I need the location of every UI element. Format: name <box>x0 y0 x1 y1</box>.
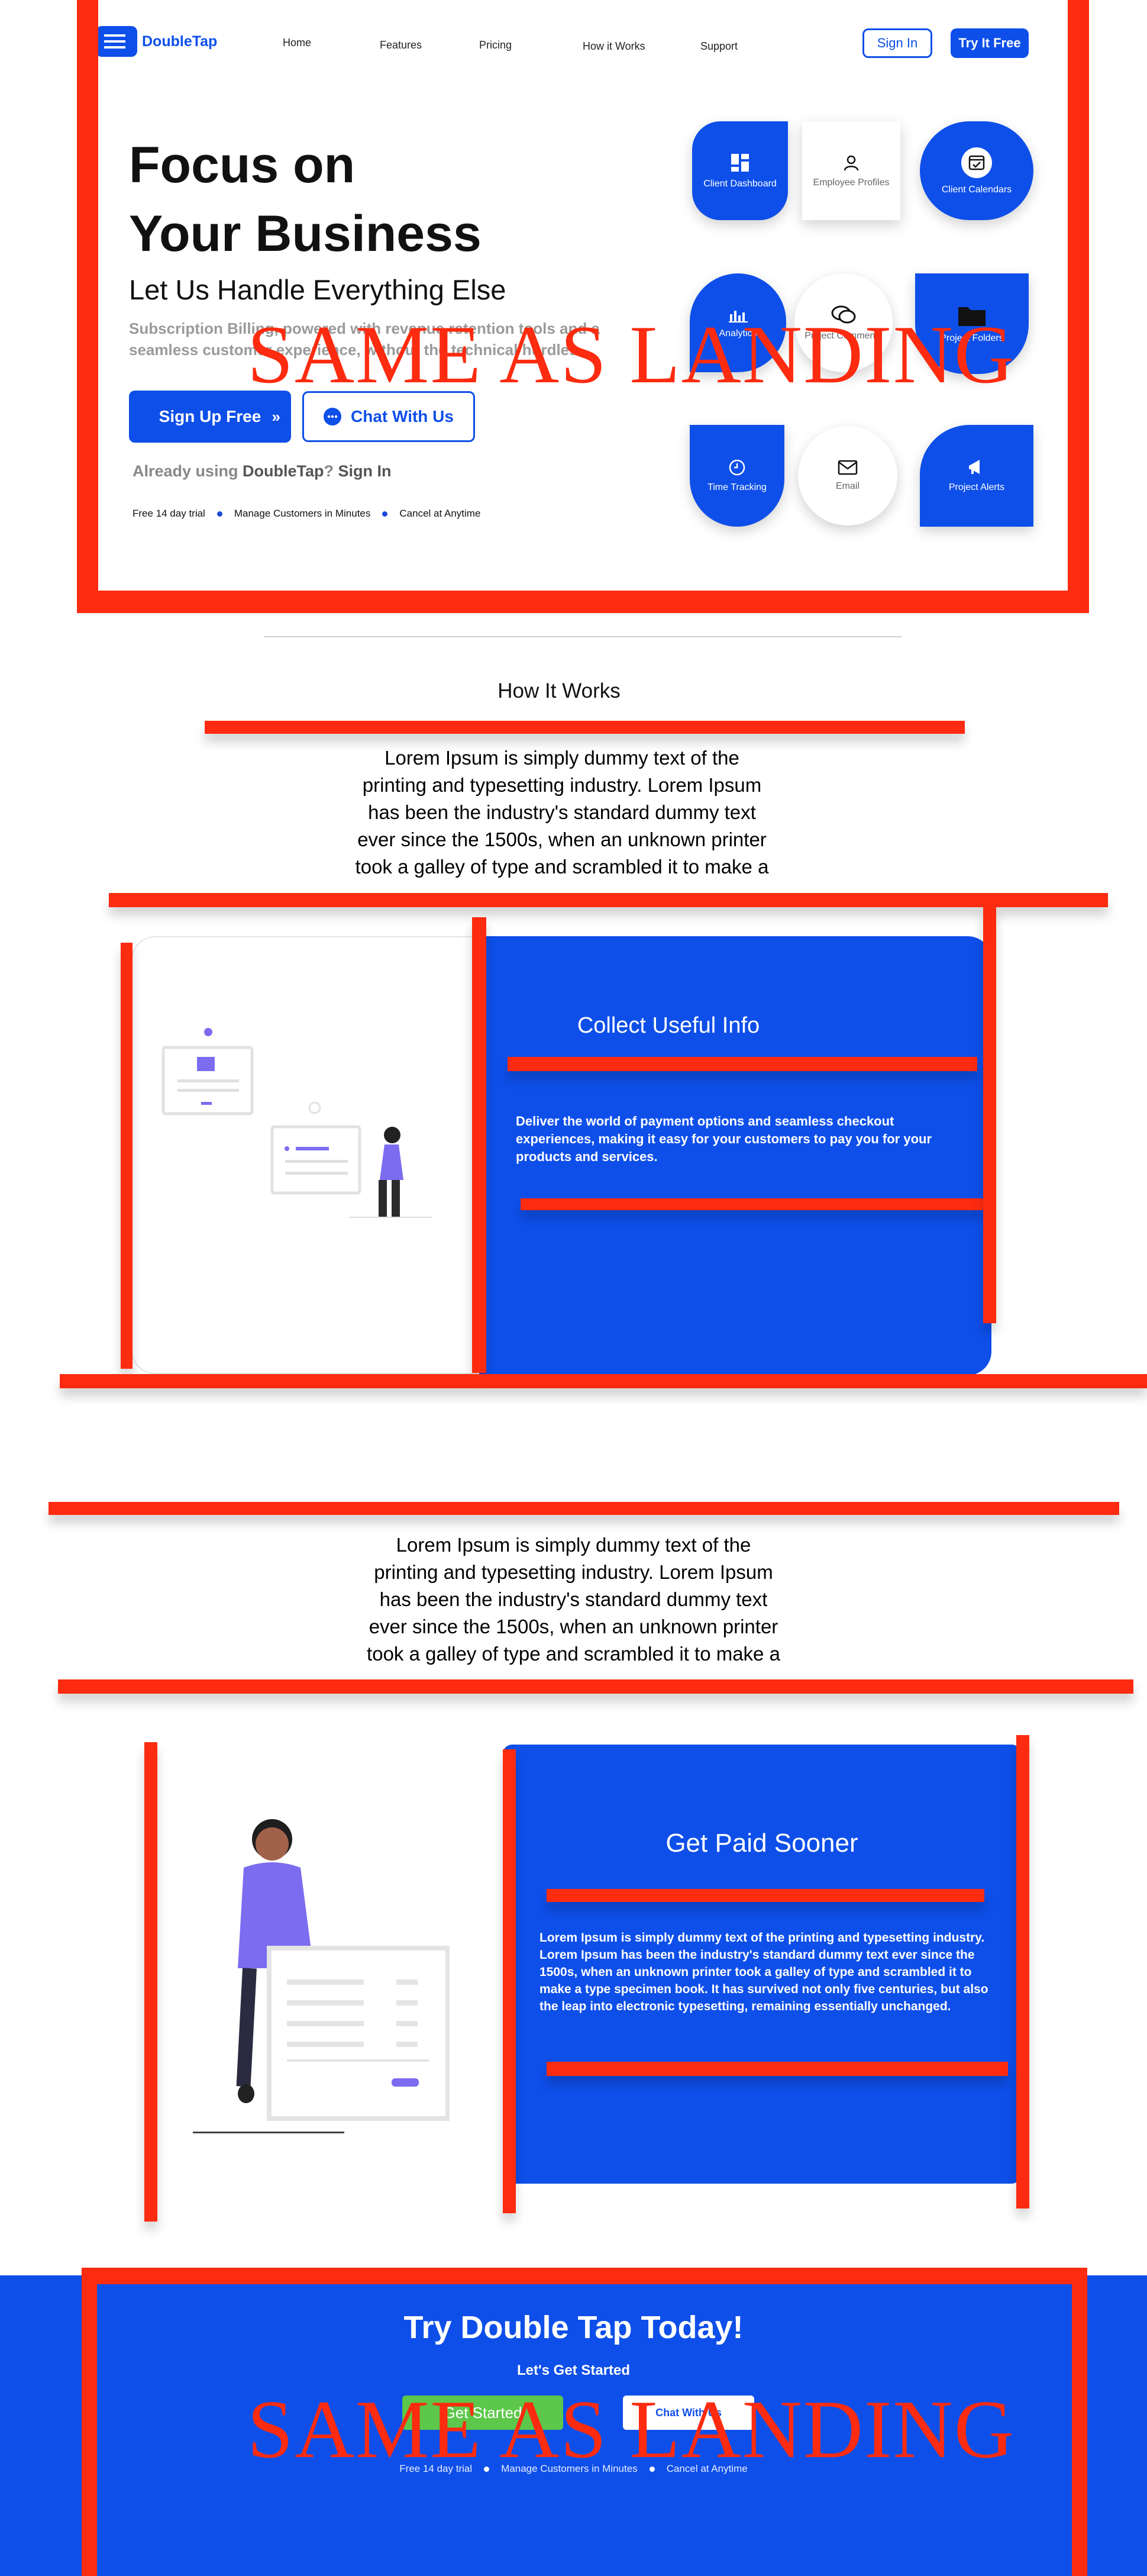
hero-perks: Free 14 day trial Manage Customers in Min… <box>133 508 480 520</box>
tile-client-dashboard[interactable]: Client Dashboard <box>692 121 788 220</box>
collect-info-illustration <box>161 1028 432 1218</box>
how-it-works-heading: How It Works <box>497 679 621 702</box>
annotation-bar <box>109 893 1108 907</box>
same-as-landing-stamp: SAME AS LANDING <box>247 309 1015 401</box>
annotation-bar <box>205 721 965 734</box>
lorem-line: ever since the 1500s, when an unknown pr… <box>369 1616 778 1637</box>
chat-bubble-icon <box>324 408 342 425</box>
annotation-frame-right <box>1072 2268 1087 2576</box>
annotation-bar <box>144 1742 157 2222</box>
tile-time-tracking[interactable]: Time Tracking <box>690 425 784 527</box>
tile-label: Employee Profiles <box>813 177 890 188</box>
annotation-bar <box>521 1198 984 1210</box>
chat-with-us-label: Chat With Us <box>351 407 454 425</box>
tile-label: Client Calendars <box>941 184 1012 195</box>
already-prefix: Already using <box>133 462 243 480</box>
dashboard-icon <box>731 153 749 172</box>
get-paid-sooner-title: Get Paid Sooner <box>665 1829 858 1858</box>
collect-useful-info-title: Collect Useful Info <box>577 1013 760 1038</box>
lorem-line: took a galley of type and scrambled it t… <box>367 1643 780 1665</box>
tile-label: Time Tracking <box>707 482 767 492</box>
brand-name: DoubleTap <box>142 33 218 50</box>
lorem-line: has been the industry's standard dummy t… <box>379 1588 768 1610</box>
cta-subtitle: Let's Get Started <box>516 2362 631 2378</box>
double-chevron-icon: » <box>272 407 280 425</box>
annotation-frame-left <box>82 2268 97 2576</box>
nav-features[interactable]: Features <box>380 39 422 51</box>
perk-trial: Free 14 day trial <box>133 508 205 519</box>
bullet-icon <box>382 511 388 517</box>
annotation-bar <box>547 1889 984 1902</box>
get-paid-sooner-text: Lorem Ipsum is simply dummy text of the … <box>539 1931 988 2013</box>
annotation-bar <box>503 1749 516 2213</box>
envelope-icon <box>838 460 858 475</box>
collect-useful-info-text: Deliver the world of payment options and… <box>516 1114 932 1164</box>
lorem-line: ever since the 1500s, when an unknown pr… <box>357 828 767 850</box>
already-using-text: Already using DoubleTap? Sign In <box>133 462 392 481</box>
perk-manage: Manage Customers in Minutes <box>234 508 371 519</box>
annotation-bar <box>58 1679 1133 1694</box>
sign-in-button[interactable]: Sign In <box>862 28 932 58</box>
tile-label: Email <box>835 481 860 491</box>
annotation-bar <box>472 917 486 1373</box>
lorem-line: Lorem Ipsum is simply dummy text of the <box>396 1534 751 1556</box>
annotation-bar <box>508 1057 977 1071</box>
get-paid-illustration <box>193 1819 450 2133</box>
tile-label: Project Alerts <box>948 482 1005 492</box>
tile-client-calendars[interactable]: Client Calendars <box>920 121 1033 220</box>
annotation-bar <box>983 907 996 1323</box>
already-q: ? <box>324 462 338 480</box>
hero-subtitle: Let Us Handle Everything Else <box>129 274 506 305</box>
cta-title: Try Double Tap Today! <box>403 2310 744 2345</box>
hero-title-line1: Focus on <box>129 137 356 194</box>
sign-up-free-label: Sign Up Free <box>159 407 261 425</box>
try-free-button[interactable]: Try It Free <box>951 28 1029 58</box>
perk-cancel: Cancel at Anytime <box>399 508 481 519</box>
lorem-line: has been the industry's standard dummy t… <box>368 801 756 823</box>
section2-lorem: Lorem Ipsum is simply dummy text of the … <box>0 1532 1147 1668</box>
annotation-frame-left <box>77 0 98 613</box>
annotation-frame-bottom <box>77 591 1089 613</box>
clock-icon <box>729 459 745 476</box>
already-brand: DoubleTap <box>243 462 324 480</box>
nav-home[interactable]: Home <box>283 37 311 49</box>
section-divider <box>264 636 902 637</box>
nav-how-it-works[interactable]: How it Works <box>583 40 645 53</box>
bullet-icon <box>217 511 222 517</box>
lorem-line: took a galley of type and scrambled it t… <box>355 856 769 878</box>
tile-email[interactable]: Email <box>798 426 897 525</box>
user-icon <box>844 155 859 170</box>
lorem-line: printing and typesetting industry. Lorem… <box>362 774 762 796</box>
brand-logo[interactable]: DoubleTap <box>96 26 217 57</box>
tile-employee-profiles[interactable]: Employee Profiles <box>802 121 900 220</box>
annotation-bar <box>60 1374 1147 1388</box>
megaphone-icon <box>969 460 980 474</box>
hero-title-line2: Your Business <box>129 205 482 262</box>
annotation-bar <box>547 2062 1008 2076</box>
annotation-bar <box>1016 1735 1029 2209</box>
menu-icon[interactable] <box>96 26 137 57</box>
annotation-frame-top <box>82 2268 1087 2284</box>
tile-project-alerts[interactable]: Project Alerts <box>920 425 1033 527</box>
same-as-landing-stamp: SAME AS LANDING <box>247 2384 1015 2475</box>
lorem-line: Lorem Ipsum is simply dummy text of the <box>385 747 739 769</box>
how-it-works-lorem: Lorem Ipsum is simply dummy text of the … <box>0 744 1124 881</box>
already-sign-in-link[interactable]: Sign In <box>338 462 392 480</box>
nav-pricing[interactable]: Pricing <box>479 39 512 51</box>
nav-support[interactable]: Support <box>700 40 738 53</box>
tile-label: Client Dashboard <box>703 178 777 189</box>
annotation-bar <box>49 1502 1119 1515</box>
annotation-bar <box>121 943 133 1369</box>
annotation-frame-right <box>1068 0 1089 613</box>
calendar-icon <box>961 147 992 178</box>
lorem-line: printing and typesetting industry. Lorem… <box>374 1561 773 1583</box>
